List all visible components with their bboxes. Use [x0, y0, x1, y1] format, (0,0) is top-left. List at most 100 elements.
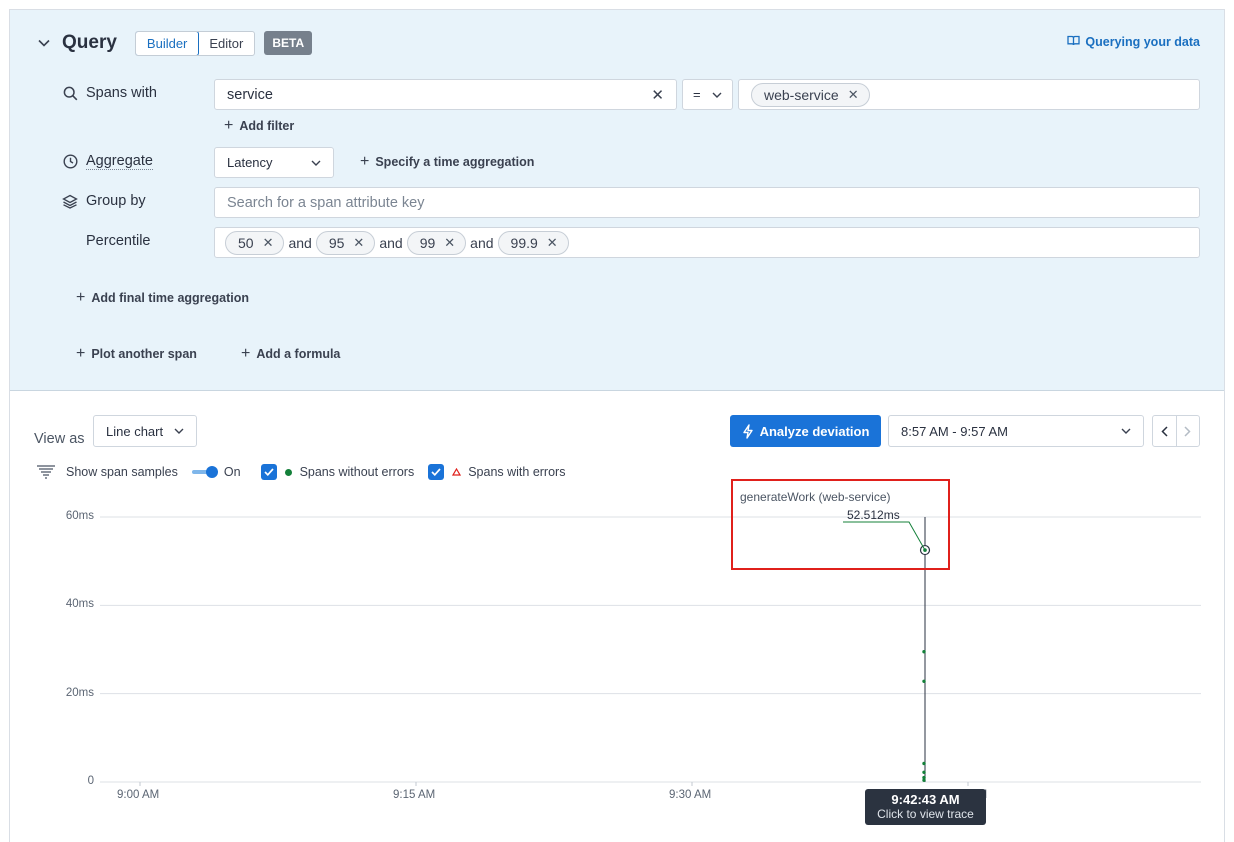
chevron-left-icon: [1161, 425, 1168, 437]
remove-chip-icon[interactable]: ✕: [848, 87, 859, 103]
x-tick-label: 9:15 AM: [393, 789, 436, 801]
remove-chip-icon[interactable]: ✕: [353, 235, 364, 251]
chevron-down-icon: [712, 92, 722, 98]
hover-span-value: 52.512ms: [847, 508, 900, 522]
previous-range-button[interactable]: [1153, 416, 1177, 446]
view-as-value: Line chart: [106, 423, 164, 439]
querying-your-data-link[interactable]: Querying your data: [1067, 35, 1200, 49]
plus-icon: +: [76, 289, 86, 306]
clear-key-icon[interactable]: ✕: [651, 86, 664, 104]
next-range-button[interactable]: [1177, 416, 1200, 446]
percentile-joiner: and: [470, 234, 494, 251]
trace-tooltip[interactable]: 9:42:43 AM Click to view trace: [865, 789, 986, 825]
add-final-time-aggregation-button[interactable]: + Add final time aggregation: [76, 290, 249, 306]
span-sample-point: [922, 778, 926, 782]
percentile-chip: 99 ✕: [406, 230, 467, 255]
add-final-time-aggregation-label: Add final time aggregation: [91, 291, 249, 305]
green-dot-icon: [284, 468, 292, 476]
y-tick-label: 60ms: [65, 510, 94, 522]
chevron-down-icon: [174, 428, 184, 434]
plot-another-span-label: Plot another span: [91, 347, 197, 361]
span-sample-point: [922, 770, 926, 774]
span-sample-point: [922, 761, 926, 766]
plus-icon: +: [241, 345, 251, 362]
spans-with-label-row: Spans with: [62, 85, 157, 101]
aggregate-value: Latency: [227, 155, 273, 170]
percentile-chip: 50 ✕: [225, 230, 285, 255]
add-filter-label: Add filter: [239, 119, 295, 133]
lightning-icon: [742, 423, 753, 439]
operator-value: =: [693, 87, 701, 102]
time-range-select[interactable]: 8:57 AM - 9:57 AM: [888, 415, 1144, 447]
span-samples-icon: [36, 464, 56, 480]
show-span-samples-label: Show span samples: [66, 465, 178, 479]
filter-value-text: web-service: [764, 86, 839, 103]
specify-time-aggregation-button[interactable]: + Specify a time aggregation: [360, 154, 534, 170]
span-sample-point: [922, 775, 926, 780]
percentile-label-row: Percentile: [86, 233, 150, 249]
tooltip-hint: Click to view trace: [877, 807, 974, 821]
search-icon: [62, 85, 78, 101]
span-sample-point: [922, 650, 926, 654]
percentile-input[interactable]: 50 ✕ and 95 ✕ and 99 ✕ and 99.9 ✕: [214, 227, 1200, 258]
builder-tab[interactable]: Builder: [135, 31, 200, 55]
time-range-value: 8:57 AM - 9:57 AM: [901, 423, 1008, 439]
y-tick-label: 20ms: [65, 686, 94, 699]
plot-another-span-button[interactable]: + Plot another span: [76, 346, 197, 362]
add-filter-button[interactable]: + Add filter: [224, 118, 294, 134]
add-formula-label: Add a formula: [256, 347, 341, 361]
x-tick-label: 9:00 AM: [117, 789, 160, 801]
spans-with-errors-label: Spans with errors: [468, 465, 566, 479]
view-as-label: View as: [34, 431, 85, 447]
query-header: Query Builder Editor BETA: [36, 30, 313, 56]
view-as-select[interactable]: Line chart: [93, 415, 197, 447]
aggregate-label: Aggregate: [86, 153, 153, 170]
aggregate-label-row: Aggregate: [62, 153, 153, 170]
group-by-placeholder: Search for a span attribute key: [227, 194, 425, 211]
operator-select[interactable]: =: [682, 79, 733, 110]
check-icon: [263, 468, 274, 476]
remove-chip-icon[interactable]: ✕: [444, 235, 455, 251]
filter-key-input[interactable]: service ✕: [214, 79, 677, 110]
collapse-chevron-icon[interactable]: [36, 35, 52, 51]
percentile-label: Percentile: [86, 233, 151, 249]
group-by-input[interactable]: Search for a span attribute key: [214, 187, 1200, 218]
percentile-chip: 99.9 ✕: [497, 230, 569, 255]
spans-without-errors-label: Spans without errors: [299, 465, 415, 479]
aggregate-select[interactable]: Latency: [214, 147, 334, 178]
beta-badge: BETA: [264, 31, 313, 55]
span-samples-toggle[interactable]: [191, 466, 218, 478]
toggle-state-label: On: [223, 465, 241, 479]
percentile-chip: 95 ✕: [315, 230, 376, 255]
filter-key-value: service: [227, 86, 273, 103]
percentile-value: 50: [238, 234, 254, 251]
spans-without-errors-checkbox[interactable]: [260, 464, 277, 480]
chevron-down-icon: [311, 160, 321, 166]
chevron-right-icon: [1184, 425, 1191, 437]
remove-chip-icon[interactable]: ✕: [547, 235, 558, 251]
editor-tab[interactable]: Editor: [198, 32, 254, 55]
filter-values-input[interactable]: web-service ✕: [738, 79, 1200, 110]
plus-icon: +: [360, 153, 370, 170]
specify-time-aggregation-label: Specify a time aggregation: [375, 155, 535, 169]
y-tick-label: 0: [87, 775, 94, 787]
time-pager: [1152, 415, 1200, 447]
filter-value-chip: web-service ✕: [751, 82, 870, 107]
spans-with-label: Spans with: [86, 85, 157, 101]
book-icon: [1067, 35, 1081, 49]
check-icon: [431, 468, 441, 476]
clock-icon: [62, 154, 78, 170]
hover-span-name: generateWork (web-service): [740, 490, 891, 504]
query-title: Query: [62, 32, 117, 53]
analyze-deviation-label: Analyze deviation: [759, 423, 870, 439]
percentile-joiner: and: [379, 234, 403, 251]
x-tick-label: 9:30 AM: [669, 789, 712, 801]
percentile-value: 99.9: [510, 234, 538, 251]
span-samples-legend: Show span samples On Spans without error…: [36, 462, 565, 482]
add-formula-button[interactable]: + Add a formula: [241, 346, 340, 362]
spans-with-errors-checkbox[interactable]: [428, 464, 445, 480]
plus-icon: +: [76, 345, 86, 362]
remove-chip-icon[interactable]: ✕: [263, 235, 274, 251]
y-tick-label: 40ms: [65, 598, 94, 611]
analyze-deviation-button[interactable]: Analyze deviation: [730, 415, 881, 447]
